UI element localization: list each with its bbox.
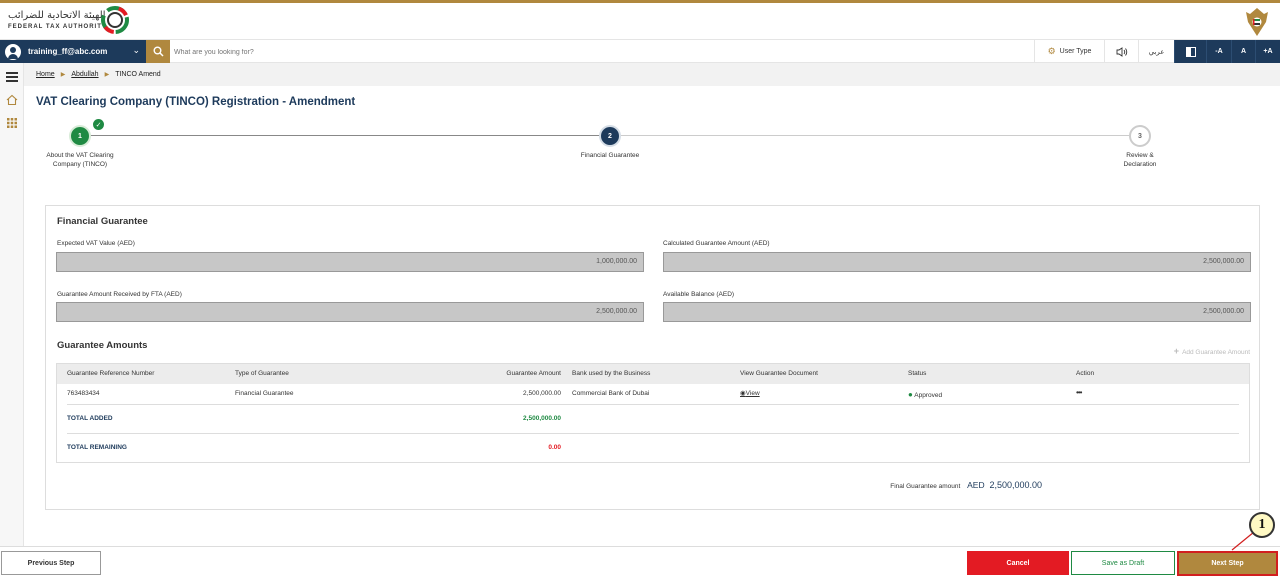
total-added-label: TOTAL ADDED bbox=[67, 415, 113, 422]
uae-emblem-icon bbox=[1246, 8, 1268, 36]
previous-step-button[interactable]: Previous Step bbox=[1, 551, 101, 575]
speaker-icon[interactable] bbox=[1104, 40, 1138, 63]
row-amount: 2,500,000.00 bbox=[523, 390, 561, 397]
page-title: VAT Clearing Company (TINCO) Registratio… bbox=[36, 96, 356, 108]
calculated-guarantee-label: Calculated Guarantee Amount (AED) bbox=[663, 240, 770, 247]
breadcrumb-home[interactable]: Home bbox=[36, 71, 55, 78]
nav-tools: ⚙ User Type عربي -A A +A bbox=[1034, 40, 1280, 63]
total-remaining-value: 0.00 bbox=[548, 444, 561, 451]
home-icon[interactable] bbox=[6, 94, 18, 106]
final-guarantee-amount: Final Guarantee amount AED 2,500,000.00 bbox=[890, 480, 1042, 490]
column-header-reference: Guarantee Reference Number bbox=[67, 370, 155, 377]
breadcrumb-abdullah[interactable]: Abdullah bbox=[71, 71, 98, 78]
search-icon[interactable] bbox=[146, 40, 170, 63]
cancel-button[interactable]: Cancel bbox=[967, 551, 1069, 575]
column-header-bank: Bank used by the Business bbox=[572, 370, 651, 377]
column-header-type: Type of Guarantee bbox=[235, 370, 289, 377]
breadcrumb: Home ▶ Abdullah ▶ TINCO Amend bbox=[24, 63, 1280, 86]
user-email: training_ff@abc.com bbox=[28, 47, 108, 56]
financial-guarantee-card bbox=[45, 205, 1260, 510]
plus-icon: + bbox=[1173, 346, 1180, 356]
step-3-number: 3 bbox=[1138, 132, 1142, 140]
calculated-guarantee-field[interactable]: 2,500,000.00 bbox=[663, 252, 1251, 272]
final-guarantee-value: 2,500,000.00 bbox=[989, 480, 1042, 490]
total-remaining-label: TOTAL REMAINING bbox=[67, 444, 127, 451]
step-1-label: About the VAT Clearing Company (TINCO) bbox=[46, 152, 114, 168]
user-menu[interactable]: training_ff@abc.com ⌄ bbox=[0, 40, 146, 63]
total-added-value: 2,500,000.00 bbox=[523, 415, 561, 422]
user-type-label: User Type bbox=[1059, 48, 1092, 55]
column-header-document: View Guarantee Document bbox=[740, 370, 818, 377]
fta-logo-text[interactable]: الهيئة الاتحادية للضرائب FEDERAL TAX AUT… bbox=[8, 10, 107, 31]
final-guarantee-currency: AED bbox=[967, 480, 985, 490]
guarantee-amounts-table: Guarantee Reference Number Type of Guara… bbox=[56, 363, 1250, 463]
next-step-button[interactable]: Next Step bbox=[1177, 551, 1278, 576]
row-reference: 763483434 bbox=[67, 390, 100, 397]
stepper-line-pending bbox=[621, 135, 1129, 136]
add-guarantee-amount-label: Add Guarantee Amount bbox=[1182, 349, 1250, 356]
column-header-status: Status bbox=[908, 370, 927, 377]
user-avatar-icon bbox=[5, 43, 21, 60]
financial-guarantee-title: Financial Guarantee bbox=[57, 216, 148, 227]
breadcrumb-separator-icon: ▶ bbox=[60, 72, 66, 78]
breadcrumb-separator-icon: ▶ bbox=[104, 72, 110, 78]
check-icon: ✓ bbox=[93, 119, 104, 130]
step-2-label: Financial Guarantee bbox=[580, 152, 640, 159]
row-divider bbox=[67, 404, 1239, 405]
expected-vat-label: Expected VAT Value (AED) bbox=[57, 240, 135, 247]
received-amount-field[interactable]: 2,500,000.00 bbox=[56, 302, 644, 322]
apps-grid-icon[interactable] bbox=[6, 117, 18, 129]
available-balance-label: Available Balance (AED) bbox=[663, 291, 735, 298]
logo-english: FEDERAL TAX AUTHORITY bbox=[8, 24, 107, 30]
available-balance-field[interactable]: 2,500,000.00 bbox=[663, 302, 1251, 322]
final-guarantee-label: Final Guarantee amount bbox=[890, 483, 961, 490]
save-as-draft-button[interactable]: Save as Draft bbox=[1071, 551, 1175, 575]
column-header-action: Action bbox=[1076, 370, 1095, 377]
step-2-circle[interactable]: 2 bbox=[599, 125, 621, 147]
step-1-number: 1 bbox=[78, 132, 82, 140]
navbar: training_ff@abc.com ⌄ ⚙ User Type عربي -… bbox=[0, 39, 1280, 63]
gear-icon: ⚙ bbox=[1047, 46, 1056, 56]
status-label: Approved bbox=[914, 392, 943, 399]
step-3-circle[interactable]: 3 bbox=[1129, 125, 1151, 147]
more-actions-icon[interactable]: ••• bbox=[1076, 388, 1082, 397]
user-type-button[interactable]: ⚙ User Type bbox=[1034, 40, 1104, 63]
logo-arabic: الهيئة الاتحادية للضرائب bbox=[8, 10, 106, 21]
contrast-toggle-icon[interactable] bbox=[1174, 40, 1206, 63]
font-normal-button[interactable]: A bbox=[1231, 40, 1255, 63]
received-amount-label: Guarantee Amount Received by FTA (AED) bbox=[57, 291, 182, 298]
step-1-circle[interactable]: 1 bbox=[69, 125, 91, 147]
view-document-label: View bbox=[745, 390, 760, 397]
arabic-language-toggle[interactable]: عربي bbox=[1138, 40, 1174, 63]
fta-logo-icon bbox=[101, 6, 129, 34]
header: الهيئة الاتحادية للضرائب FEDERAL TAX AUT… bbox=[0, 3, 1280, 39]
row-bank: Commercial Bank of Dubai bbox=[572, 390, 650, 397]
column-header-amount: Guarantee Amount bbox=[506, 370, 561, 377]
view-document-link[interactable]: ◉View bbox=[740, 389, 760, 397]
chevron-down-icon[interactable]: ⌄ bbox=[132, 45, 140, 56]
footer-actions: Previous Step Cancel Save as Draft Next … bbox=[0, 546, 1280, 576]
step-3-label: Review & Declaration bbox=[1123, 152, 1157, 168]
status-dot-icon: ● bbox=[908, 390, 913, 399]
guarantee-amounts-title: Guarantee Amounts bbox=[57, 340, 148, 351]
menu-icon[interactable] bbox=[6, 72, 18, 82]
add-guarantee-amount-button[interactable]: + Add Guarantee Amount bbox=[1174, 346, 1250, 356]
font-increase-button[interactable]: +A bbox=[1255, 40, 1280, 63]
step-callout-marker: 1 bbox=[1249, 512, 1275, 538]
row-type: Financial Guarantee bbox=[235, 390, 294, 397]
search-input[interactable] bbox=[174, 44, 774, 60]
expected-vat-field[interactable]: 1,000,000.00 bbox=[56, 252, 644, 272]
status-badge: ● Approved bbox=[908, 390, 942, 399]
breadcrumb-current: TINCO Amend bbox=[115, 71, 161, 78]
sidebar bbox=[0, 63, 24, 548]
row-divider bbox=[67, 433, 1239, 434]
stepper-line-completed bbox=[90, 135, 600, 136]
step-2-number: 2 bbox=[608, 132, 612, 140]
font-decrease-button[interactable]: -A bbox=[1206, 40, 1231, 63]
